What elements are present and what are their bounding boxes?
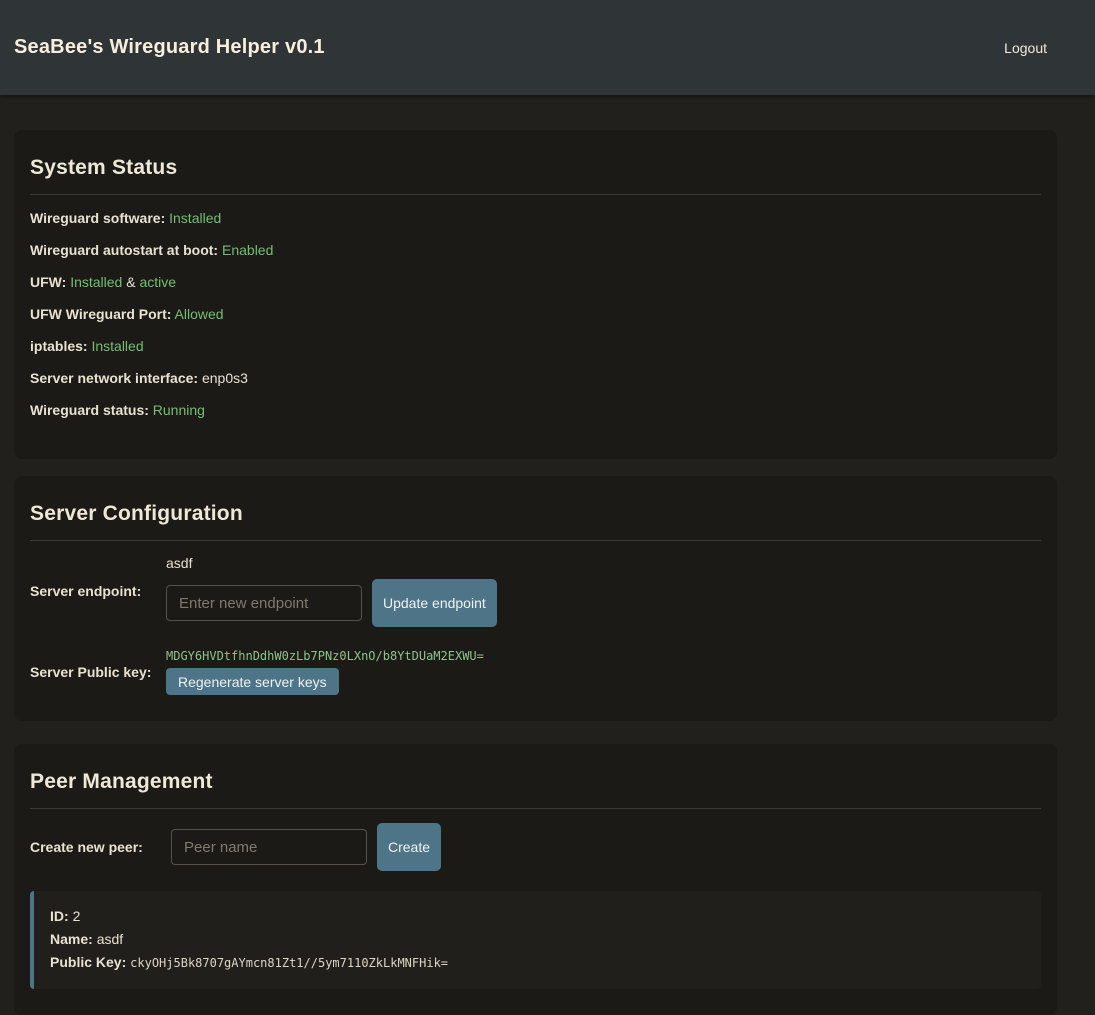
endpoint-input-group: Update endpoint [166, 579, 497, 627]
update-endpoint-button[interactable]: Update endpoint [372, 579, 497, 627]
regenerate-keys-button[interactable]: Regenerate server keys [166, 668, 339, 695]
status-value: Allowed [175, 306, 224, 322]
peer-name-input[interactable] [171, 829, 367, 865]
status-row-wireguard-software: Wireguard software: Installed [30, 209, 1041, 228]
peer-id-line: ID: 2 [50, 905, 1025, 928]
status-label: Wireguard software: [30, 210, 165, 226]
logout-link[interactable]: Logout [1004, 40, 1047, 56]
divider [30, 194, 1041, 195]
status-label: Wireguard status: [30, 402, 149, 418]
peer-name-value: asdf [97, 931, 123, 947]
system-status-card: System Status Wireguard software: Instal… [14, 130, 1057, 459]
server-public-key-controls: MDGY6HVDtfhnDdhW0zLb7PNz0LXnO/b8YtDUaM2E… [166, 649, 484, 695]
status-row-wireguard-status: Wireguard status: Running [30, 401, 1041, 420]
status-separator: & [126, 274, 135, 290]
divider [30, 540, 1041, 541]
server-public-key-row: Server Public key: MDGY6HVDtfhnDdhW0zLb7… [30, 649, 1041, 695]
server-endpoint-controls: asdf Update endpoint [166, 555, 497, 627]
status-row-iptables: iptables: Installed [30, 337, 1041, 356]
main-content: System Status Wireguard software: Instal… [14, 130, 1057, 1015]
page-title: SeaBee's Wireguard Helper v0.1 [14, 36, 325, 59]
status-row-autostart: Wireguard autostart at boot: Enabled [30, 241, 1041, 260]
status-label: Server network interface: [30, 370, 198, 386]
peer-id-label: ID: [50, 908, 69, 924]
system-status-heading: System Status [30, 156, 1041, 180]
status-value: Installed [70, 274, 122, 290]
status-row-ufw: UFW: Installed & active [30, 273, 1041, 292]
create-peer-input-group: Create [171, 823, 441, 871]
server-public-key-label: Server Public key: [30, 664, 166, 680]
peer-public-key-value: ckyOHj5Bk8707gAYmcn81Zt1//5ym7110ZkLkMNF… [130, 956, 448, 970]
peer-name-label: Name: [50, 931, 93, 947]
status-value: Enabled [222, 242, 273, 258]
peer-entry: ID: 2 Name: asdf Public Key: ckyOHj5Bk87… [30, 891, 1041, 989]
status-label: UFW: [30, 274, 66, 290]
peer-name-line: Name: asdf [50, 928, 1025, 951]
server-public-key-value: MDGY6HVDtfhnDdhW0zLb7PNz0LXnO/b8YtDUaM2E… [166, 649, 484, 663]
status-row-interface: Server network interface: enp0s3 [30, 369, 1041, 388]
peer-management-heading: Peer Management [30, 770, 1041, 794]
current-endpoint-value: asdf [166, 555, 497, 571]
status-label: UFW Wireguard Port: [30, 306, 171, 322]
create-peer-button[interactable]: Create [377, 823, 441, 871]
server-config-card: Server Configuration Server endpoint: as… [14, 476, 1057, 721]
create-peer-label: Create new peer: [30, 839, 171, 855]
create-peer-row: Create new peer: Create [30, 823, 1041, 871]
server-endpoint-row: Server endpoint: asdf Update endpoint [30, 555, 1041, 627]
status-label: Wireguard autostart at boot: [30, 242, 218, 258]
status-value: enp0s3 [202, 370, 248, 386]
status-value: Installed [169, 210, 221, 226]
peer-public-key-label: Public Key: [50, 954, 126, 970]
status-row-ufw-port: UFW Wireguard Port: Allowed [30, 305, 1041, 324]
app-header: SeaBee's Wireguard Helper v0.1 Logout [0, 0, 1095, 95]
peer-id-value: 2 [73, 908, 81, 924]
divider [30, 808, 1041, 809]
server-config-heading: Server Configuration [30, 502, 1041, 526]
endpoint-input[interactable] [166, 585, 362, 621]
peer-management-card: Peer Management Create new peer: Create … [14, 744, 1057, 1015]
server-endpoint-label: Server endpoint: [30, 583, 166, 599]
status-value: active [139, 274, 176, 290]
status-label: iptables: [30, 338, 88, 354]
peer-public-key-line: Public Key: ckyOHj5Bk8707gAYmcn81Zt1//5y… [50, 951, 1025, 975]
status-value: Running [153, 402, 205, 418]
status-value: Installed [91, 338, 143, 354]
